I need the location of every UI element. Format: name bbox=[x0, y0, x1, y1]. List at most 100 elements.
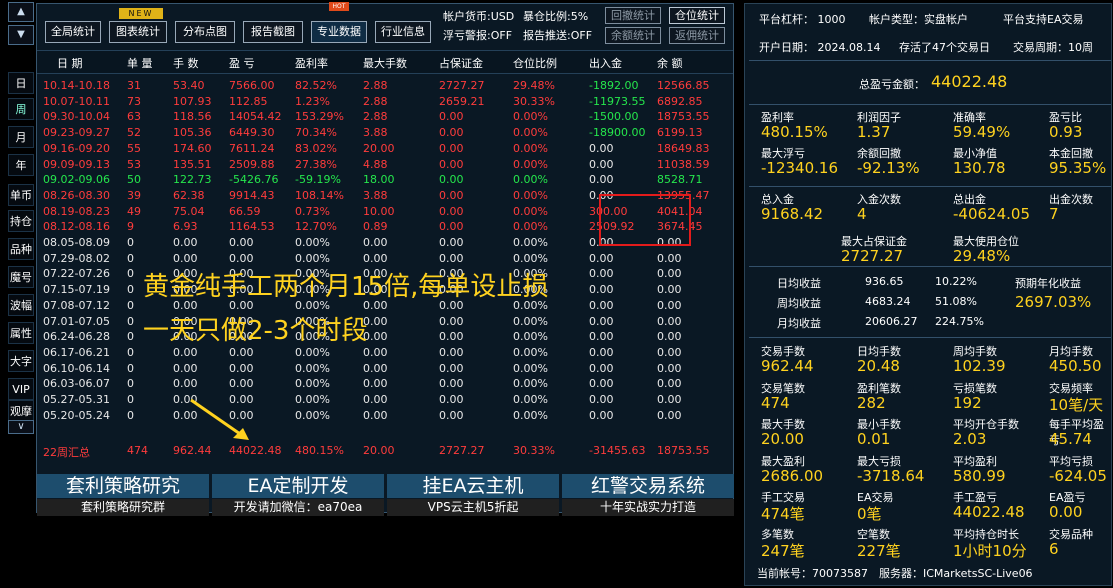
table-row[interactable]: 05.27-05.31 0 0.00 0.00 0.00% 0.00 0.00 0.00% 0.… bbox=[37, 393, 733, 408]
sidebar-item-8[interactable]: 波幅 bbox=[8, 294, 34, 316]
table-row[interactable]: 09.16-09.20 55 174.60 7611.24 83.02% 20.00 0.0… bbox=[37, 142, 733, 157]
global-stats-button[interactable]: 全局统计 bbox=[45, 21, 101, 43]
column-header-5[interactable]: 最大手数 bbox=[363, 55, 407, 71]
table-cell: 08.26-08.30 bbox=[43, 188, 110, 202]
sidebar-item-9[interactable]: 属性 bbox=[8, 322, 34, 344]
sidebar-item-3[interactable]: 年 bbox=[8, 154, 34, 176]
table-row[interactable]: 09.09-09.13 53 135.51 2509.88 27.38% 4.88 0.00… bbox=[37, 158, 733, 173]
banner-trading-system[interactable]: 红警交易系统 bbox=[562, 474, 734, 498]
total-pl-value: 44022.48 bbox=[931, 72, 1008, 91]
table-cell: 0.00 bbox=[589, 283, 614, 297]
table-cell: 107.93 bbox=[173, 94, 212, 108]
table-row[interactable]: 06.17-06.21 0 0.00 0.00 0.00% 0.00 0.00 0.00% 0.… bbox=[37, 346, 733, 361]
table-cell: 53.40 bbox=[173, 79, 205, 92]
column-header-2[interactable]: 手 数 bbox=[173, 55, 199, 71]
banner-cloud-host[interactable]: 挂EA云主机 bbox=[387, 474, 559, 498]
table-row[interactable]: 06.10-06.14 0 0.00 0.00 0.00% 0.00 0.00 0.00% 0.… bbox=[37, 362, 733, 377]
table-cell: -1892.00 bbox=[589, 79, 639, 92]
banner-trading-system-sub: 十年实战实力打造 bbox=[562, 499, 734, 516]
leverage: 平台杠杆： 1000 bbox=[759, 13, 846, 26]
table-cell: 18753.55 bbox=[657, 110, 710, 124]
funds-stats-section: 总入金 9168.42 入金次数 4 总出金 -40624.05 出金次数 7 最大占保证金 27… bbox=[749, 186, 1111, 265]
table-cell: -1500.00 bbox=[589, 110, 639, 124]
table-row[interactable]: 06.24-06.28 0 0.00 0.00 0.00% 0.00 0.00 0.00% 0.… bbox=[37, 330, 733, 345]
balance-stats-button[interactable]: 余额统计 bbox=[605, 27, 661, 44]
table-cell: 83.02% bbox=[295, 141, 337, 155]
table-cell: 0.89 bbox=[363, 220, 388, 234]
table-row[interactable]: 10.14-10.18 31 53.40 7566.00 82.52% 2.88 2727.… bbox=[37, 79, 733, 94]
sidebar-item-10[interactable]: 大字 bbox=[8, 350, 34, 372]
rebate-stats-button[interactable]: 返佣统计 bbox=[669, 27, 725, 44]
table-row[interactable]: 09.02-09.06 50 122.73 -5426.76 -59.19% 18.00 0… bbox=[37, 173, 733, 188]
table-row[interactable]: 09.30-10.04 63 118.56 14054.42 153.29% 2.88 0.… bbox=[37, 110, 733, 125]
table-cell: 0.00 bbox=[173, 361, 198, 375]
table-cell: 118.56 bbox=[173, 110, 212, 124]
table-cell: 0.00 bbox=[589, 314, 614, 328]
table-cell: 08.19-08.23 bbox=[43, 204, 110, 218]
table-cell: 0 bbox=[127, 314, 134, 328]
table-row[interactable]: 07.01-07.05 0 0.00 0.00 0.00% 0.00 0.00 0.00% 0.… bbox=[37, 315, 733, 330]
industry-info-button[interactable]: 行业信息 bbox=[375, 21, 431, 43]
table-cell: 0.00 bbox=[173, 236, 198, 249]
table-cell: 0.00 bbox=[657, 298, 682, 312]
sidebar-item-6[interactable]: 品种 bbox=[8, 238, 34, 260]
stat-value: 2686.00 bbox=[761, 466, 824, 485]
table-cell: 0.00 bbox=[439, 236, 464, 249]
table-row[interactable]: 09.23-09.27 52 105.36 6449.30 70.34% 3.88 0.00… bbox=[37, 126, 733, 141]
sidebar-item-1[interactable]: 周 bbox=[8, 98, 34, 120]
table-cell: 06.10-06.14 bbox=[43, 361, 110, 375]
table-row[interactable]: 07.29-08.02 0 0.00 0.00 0.00% 0.00 0.00 0.00% 0.… bbox=[37, 252, 733, 267]
banner-ea-dev[interactable]: EA定制开发 bbox=[212, 474, 384, 498]
column-header-1[interactable]: 单 量 bbox=[127, 55, 153, 71]
table-cell: 0 bbox=[127, 377, 134, 391]
sidebar-item-12[interactable]: 观摩 bbox=[8, 400, 34, 422]
table-cell: 0.00% bbox=[295, 251, 330, 265]
scroll-down-arrow[interactable]: ▼ bbox=[8, 25, 34, 45]
sidebar-item-2[interactable]: 月 bbox=[8, 126, 34, 148]
table-cell: 1.23% bbox=[295, 94, 330, 108]
sidebar-item-4[interactable]: 单币 bbox=[8, 184, 34, 206]
table-cell: 49 bbox=[127, 204, 141, 218]
scroll-up-arrow[interactable]: ▲ bbox=[8, 2, 34, 22]
table-cell: 0.00% bbox=[295, 236, 330, 249]
table-header: 日 期 单 量 手 数 盈 亏 盈利率 最大手数 占保证金 仓位比例 出入金 余 额 bbox=[37, 50, 733, 74]
table-cell: 0.00 bbox=[657, 377, 682, 391]
column-header-0[interactable]: 日 期 bbox=[57, 55, 83, 71]
table-cell: 0.73% bbox=[295, 204, 330, 218]
column-header-6[interactable]: 占保证金 bbox=[439, 55, 483, 71]
table-cell: 09.02-09.06 bbox=[43, 173, 110, 187]
sidebar-item-11[interactable]: VIP bbox=[8, 378, 34, 400]
sidebar-item-5[interactable]: 持仓 bbox=[8, 210, 34, 232]
sidebar-item-0[interactable]: 日 bbox=[8, 72, 34, 94]
column-header-4[interactable]: 盈利率 bbox=[295, 55, 328, 71]
table-cell: 08.12-08.16 bbox=[43, 220, 110, 234]
report-screenshot-button[interactable]: 报告截图 bbox=[243, 21, 303, 43]
distribution-chart-button[interactable]: 分布点图 bbox=[175, 21, 235, 43]
table-cell: 0.00 bbox=[439, 361, 464, 375]
table-cell: 0 bbox=[127, 361, 134, 375]
table-cell: 0.00 bbox=[173, 251, 198, 265]
table-cell: 0.00 bbox=[657, 361, 682, 375]
drawdown-stats-button[interactable]: 回撤统计 bbox=[605, 7, 661, 24]
table-cell: 70.34% bbox=[295, 126, 337, 140]
position-stats-button[interactable]: 仓位统计 bbox=[669, 7, 725, 24]
table-cell: 6199.13 bbox=[657, 126, 703, 140]
table-cell: 0.00% bbox=[513, 408, 548, 422]
chart-stats-button[interactable]: 图表统计 bbox=[109, 21, 167, 43]
table-cell: -59.19% bbox=[295, 173, 341, 187]
expand-arrow[interactable]: ∨ bbox=[8, 420, 34, 434]
column-header-9[interactable]: 余 额 bbox=[657, 55, 683, 71]
table-cell: 153.29% bbox=[295, 110, 344, 124]
column-header-8[interactable]: 出入金 bbox=[589, 55, 622, 71]
table-cell: 0.00% bbox=[513, 393, 548, 406]
pro-data-button[interactable]: 专业数据 bbox=[311, 21, 367, 43]
table-cell: 05.20-05.24 bbox=[43, 408, 110, 422]
column-header-7[interactable]: 仓位比例 bbox=[513, 55, 557, 71]
column-header-3[interactable]: 盈 亏 bbox=[229, 55, 255, 71]
banner-arbitrage[interactable]: 套利策略研究 bbox=[37, 474, 209, 498]
table-cell: 0 bbox=[127, 298, 134, 312]
table-row[interactable]: 06.03-06.07 0 0.00 0.00 0.00% 0.00 0.00 0.00% 0.… bbox=[37, 377, 733, 392]
table-row[interactable]: 10.07-10.11 73 107.93 112.85 1.23% 2.88 2659.2… bbox=[37, 95, 733, 110]
table-row[interactable]: 05.20-05.24 0 0.00 0.00 0.00% 0.00 0.00 0.00% 0.… bbox=[37, 409, 733, 424]
sidebar-item-7[interactable]: 魔号 bbox=[8, 266, 34, 288]
